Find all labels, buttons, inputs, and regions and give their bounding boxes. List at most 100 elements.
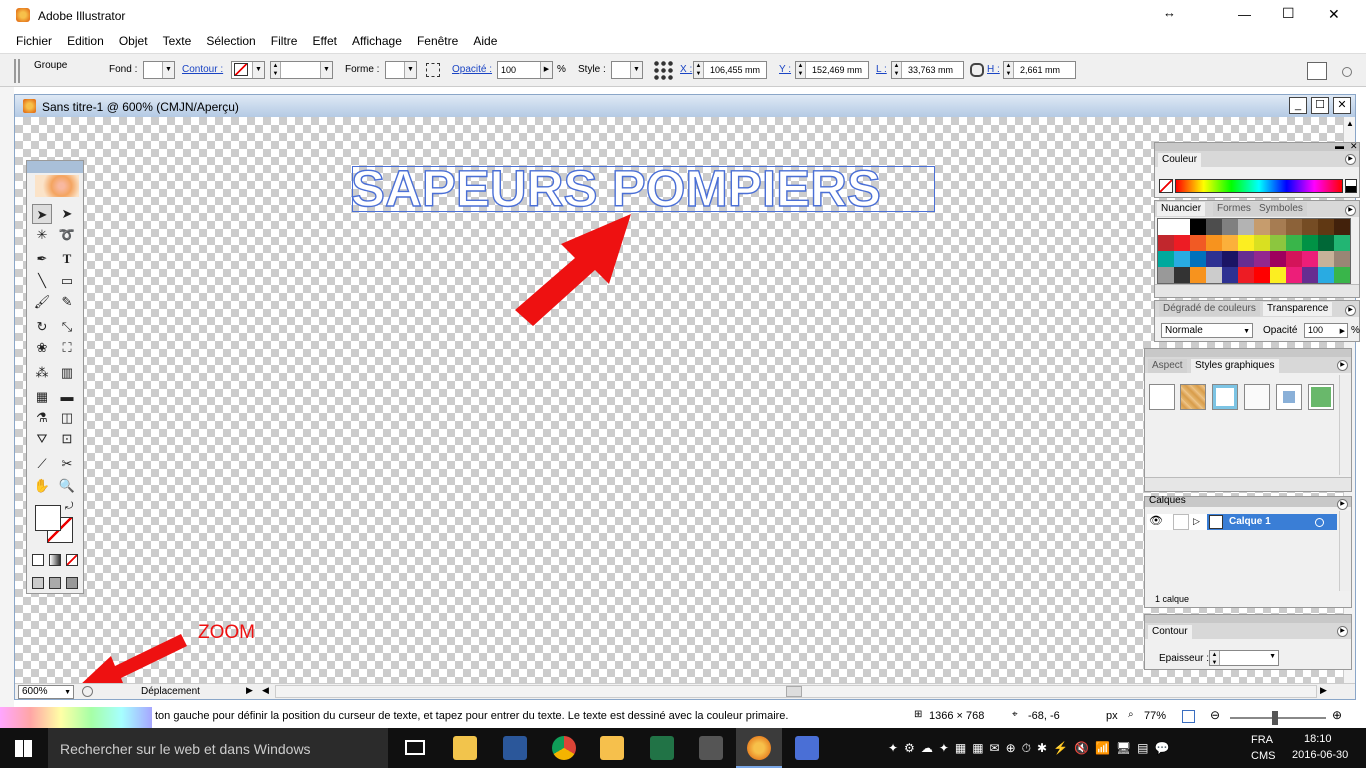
scale-tool-icon[interactable]: ⤡ (57, 317, 77, 337)
graphic-styles-scrollbar[interactable] (1339, 375, 1351, 475)
arrow-right-icon[interactable]: ▶ (1340, 325, 1345, 338)
swap-colors-icon[interactable]: ⤾ (65, 501, 73, 512)
symbol-sprayer-tool-icon[interactable]: ⁂ (32, 363, 52, 383)
status-menu-arrow-icon[interactable]: ▶ (246, 685, 253, 696)
zoom-tool-icon[interactable]: 🔍 (57, 476, 77, 496)
spectrum-bar[interactable] (1175, 179, 1343, 193)
none-color-icon[interactable] (1159, 179, 1173, 193)
type-tool-icon[interactable]: T (57, 249, 77, 269)
tab-couleur[interactable]: Couleur (1158, 153, 1202, 167)
tab-formes[interactable]: Formes (1213, 202, 1255, 216)
live-paint-tool-icon[interactable]: ⛛ (32, 429, 52, 449)
live-paint-selection-tool-icon[interactable]: ⊡ (57, 429, 77, 449)
menu-selection[interactable]: Sélection (200, 31, 261, 51)
doc-minimize-button[interactable]: _ (1289, 97, 1307, 114)
height-field[interactable]: ▲ ▼ 2,661 mm (1003, 61, 1076, 79)
horizontal-scrollbar[interactable] (275, 685, 1317, 698)
slice-tool-icon[interactable]: ⟋ (32, 454, 52, 474)
tab-degrade[interactable]: Dégradé de couleurs (1159, 302, 1260, 316)
x-label[interactable]: X : (680, 64, 692, 75)
y-spin-icon[interactable]: ▲ ▼ (796, 62, 806, 78)
h-spin-icon[interactable]: ▲ ▼ (1004, 62, 1014, 78)
blend-tool-icon[interactable]: ◫ (57, 408, 77, 428)
stroke-label[interactable]: Contour : (182, 64, 223, 75)
y-label[interactable]: Y : (779, 64, 791, 75)
layers-tab[interactable]: Calques (1149, 496, 1186, 506)
calculator-icon[interactable] (699, 736, 723, 760)
layout-text[interactable]: CMS (1251, 750, 1275, 762)
eyedropper-tool-icon[interactable]: ⚗ (32, 408, 52, 428)
tab-nuancier[interactable]: Nuancier (1157, 202, 1206, 216)
windows-start-icon[interactable] (15, 740, 32, 757)
hscroll-left-icon[interactable]: ◀ (262, 685, 269, 696)
gradient-mode-icon[interactable] (49, 554, 61, 566)
menu-aide[interactable]: Aide (467, 31, 503, 51)
doc-close-button[interactable]: ✕ (1333, 97, 1351, 114)
fill-swatch-dropdown[interactable]: ▼ (143, 61, 175, 79)
style-white[interactable] (1244, 384, 1270, 410)
style-blue-outline[interactable] (1212, 384, 1238, 410)
width-label[interactable]: L : (876, 64, 887, 75)
layer-target-icon[interactable] (1315, 518, 1324, 527)
panel-options-icon[interactable] (1307, 62, 1327, 80)
rectangle-tool-icon[interactable]: ▭ (57, 271, 77, 291)
layers-scrollbar[interactable] (1339, 511, 1351, 591)
free-transform-tool-icon[interactable]: ⛶ (57, 338, 77, 358)
spin-arrows-icon[interactable]: ▲ ▼ (271, 62, 281, 78)
color-mode-icon[interactable] (32, 554, 44, 566)
app-icon[interactable] (600, 736, 624, 760)
opacity-field[interactable]: 100 ▶ (497, 61, 553, 79)
paintbrush-tool-icon[interactable]: 🖌 (32, 292, 52, 312)
fit-window-icon[interactable] (1182, 710, 1195, 723)
fill-color-swatch[interactable] (35, 505, 61, 531)
zoom-slider-thumb[interactable] (1272, 711, 1278, 725)
panel-collapse-icon[interactable]: ▬ (1335, 141, 1344, 151)
graph-tool-icon[interactable]: ▥ (57, 363, 77, 383)
zoom-field[interactable]: 600% ▼ (18, 685, 74, 699)
transform-grid-icon[interactable] (653, 60, 673, 80)
word-icon[interactable] (503, 736, 527, 760)
chrome-icon[interactable] (552, 736, 576, 760)
zoom-out-icon[interactable]: ⊖ (1210, 708, 1220, 722)
magic-wand-tool-icon[interactable]: ✳ (32, 225, 52, 245)
transparency-opacity-field[interactable]: 100 ▶ (1304, 323, 1348, 338)
paint-icon[interactable] (795, 736, 819, 760)
transparency-panel-menu-icon[interactable]: ▶ (1345, 305, 1356, 316)
scroll-up-icon[interactable]: ▲ (1346, 119, 1354, 128)
lasso-tool-icon[interactable]: ➰ (57, 225, 77, 245)
expand-triangle-icon[interactable]: ▷ (1193, 516, 1200, 527)
eye-icon[interactable]: 👁 (1149, 514, 1163, 527)
task-view-icon[interactable] (405, 740, 425, 755)
shape-dropdown[interactable]: ▼ (385, 61, 417, 79)
menu-fichier[interactable]: Fichier (10, 31, 58, 51)
warp-tool-icon[interactable]: ❀ (32, 338, 52, 358)
tab-contour[interactable]: Contour (1148, 625, 1192, 639)
direct-selection-tool-icon[interactable]: ➤ (57, 204, 77, 224)
close-button[interactable]: ✕ (1328, 6, 1340, 23)
menu-effet[interactable]: Effet (307, 31, 343, 51)
color-panel-menu-icon[interactable]: ▶ (1345, 154, 1356, 165)
file-explorer-icon[interactable] (453, 736, 477, 760)
x-spin-icon[interactable]: ▲ ▼ (694, 62, 704, 78)
menu-filtre[interactable]: Filtre (265, 31, 304, 51)
selection-tool-icon[interactable]: ➤ (32, 204, 52, 224)
swatch-grid[interactable] (1157, 218, 1351, 284)
tab-transparence[interactable]: Transparence (1263, 302, 1333, 316)
control-menu-icon[interactable] (1342, 67, 1352, 77)
style-texture[interactable] (1180, 384, 1206, 410)
clock-time[interactable]: 18:10 (1304, 733, 1332, 745)
stroke-spin-icon[interactable]: ▲ ▼ (1210, 651, 1220, 666)
tab-styles-graphiques[interactable]: Styles graphiques (1191, 359, 1279, 373)
layer-name[interactable]: Calque 1 (1229, 516, 1271, 527)
screen-mode-2-icon[interactable] (49, 577, 61, 589)
w-spin-icon[interactable]: ▲ ▼ (892, 62, 902, 78)
menu-fenetre[interactable]: Fenêtre (411, 31, 464, 51)
none-mode-icon[interactable] (66, 554, 78, 566)
menu-objet[interactable]: Objet (113, 31, 154, 51)
swatches-panel-menu-icon[interactable]: ▶ (1345, 205, 1356, 216)
tray-icons[interactable]: ✦⚙☁✦▦▦✉⊕⏱✱⚡🔇📶🖥▤💬 (888, 741, 1175, 756)
line-tool-icon[interactable]: ╲ (32, 271, 52, 291)
x-field[interactable]: ▲ ▼ 106,455 mm (693, 61, 767, 79)
zoom-slider[interactable] (1230, 711, 1326, 725)
constrain-proportions-icon[interactable] (970, 63, 984, 77)
